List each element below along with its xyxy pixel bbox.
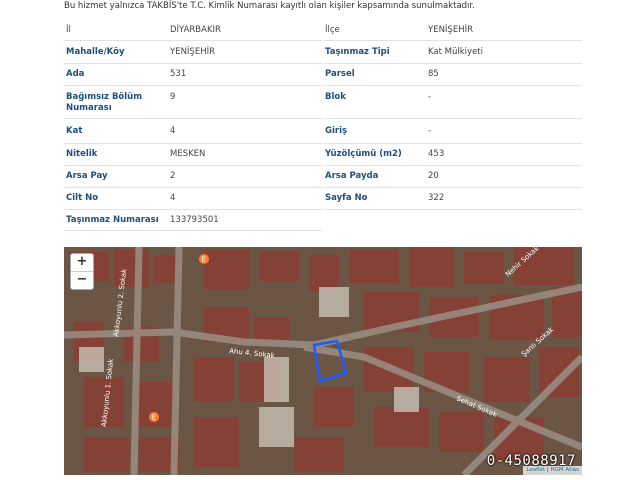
row-ada [64,64,322,86]
yuzolcumu-value: 453 [428,149,445,159]
blok-label: Blok [325,92,346,102]
row-blok [324,86,582,119]
ada-label: Ada [66,69,85,79]
il-value: DİYARBAKIR [170,25,221,35]
blok-value: - [428,92,432,102]
tasinmaz-no-value: 133793501 [170,215,219,225]
svg-text:E: E [152,414,156,422]
il-label: İl [66,25,71,35]
parsel-label: Parsel [325,69,355,79]
giris-label: Giriş [325,126,348,136]
service-notice: Bu hizmet yalnızca TAKBİS'te T.C. Kimlik… [64,1,475,11]
yuzolcumu-label: Yüzölçümü (m2) [325,149,402,159]
parsel-value: 85 [428,69,439,79]
kat-value: 4 [170,126,176,136]
row-giris [324,119,582,144]
parcel-map[interactable]: Akkoyunlu 2. Sokak Akkoyunlu 1. Sokak Ah… [64,247,582,475]
kat-label: Kat [66,126,83,136]
sayfa-label: Sayfa No [325,193,368,203]
ilce-value: YENİŞEHİR [428,25,473,35]
zoom-out-button[interactable]: − [71,271,93,289]
row-cilt [64,188,322,210]
zoom-control: + − [70,253,94,290]
bagimsiz-bolum-value: 9 [170,92,176,102]
arsa-payda-label: Arsa Payda [325,171,379,181]
mahalle-label: Mahalle/Köy [66,47,125,57]
mahalle-value: YENİŞEHİR [170,47,215,57]
tasinmaz-tipi-label: Taşınmaz Tipi [325,47,390,57]
zoom-in-button[interactable]: + [71,254,93,271]
cilt-label: Cilt No [66,193,99,203]
hgm-atlas-link[interactable]: HGM Atlas [551,467,579,473]
nitelik-value: MESKEN [170,149,206,159]
tasinmaz-no-label: Taşınmaz Numarası [66,215,159,225]
nitelik-label: Nitelik [66,149,98,159]
row-parsel [324,64,582,86]
tasinmaz-tipi-value: Kat Mülkiyeti [428,47,483,57]
leaflet-link[interactable]: Leaflet [526,467,545,473]
cilt-value: 4 [170,193,176,203]
svg-text:E: E [202,256,206,264]
poi-marker-icon[interactable]: E [199,254,209,264]
poi-marker-icon-2[interactable]: E [149,412,159,422]
arsa-payda-value: 20 [428,171,439,181]
arsa-pay-value: 2 [170,171,176,181]
bagimsiz-bolum-label: Bağımsız Bölüm Numarası [66,92,143,113]
ada-value: 531 [170,69,187,79]
ilce-label: İlçe [325,25,340,35]
map-attribution: Leaflet | HGM Atlas [523,466,582,475]
sayfa-value: 322 [428,193,445,203]
satellite-imagery: Akkoyunlu 2. Sokak Akkoyunlu 1. Sokak Ah… [64,247,582,475]
giris-value: - [428,126,432,136]
row-kat [64,119,322,144]
arsa-pay-label: Arsa Pay [66,171,108,181]
